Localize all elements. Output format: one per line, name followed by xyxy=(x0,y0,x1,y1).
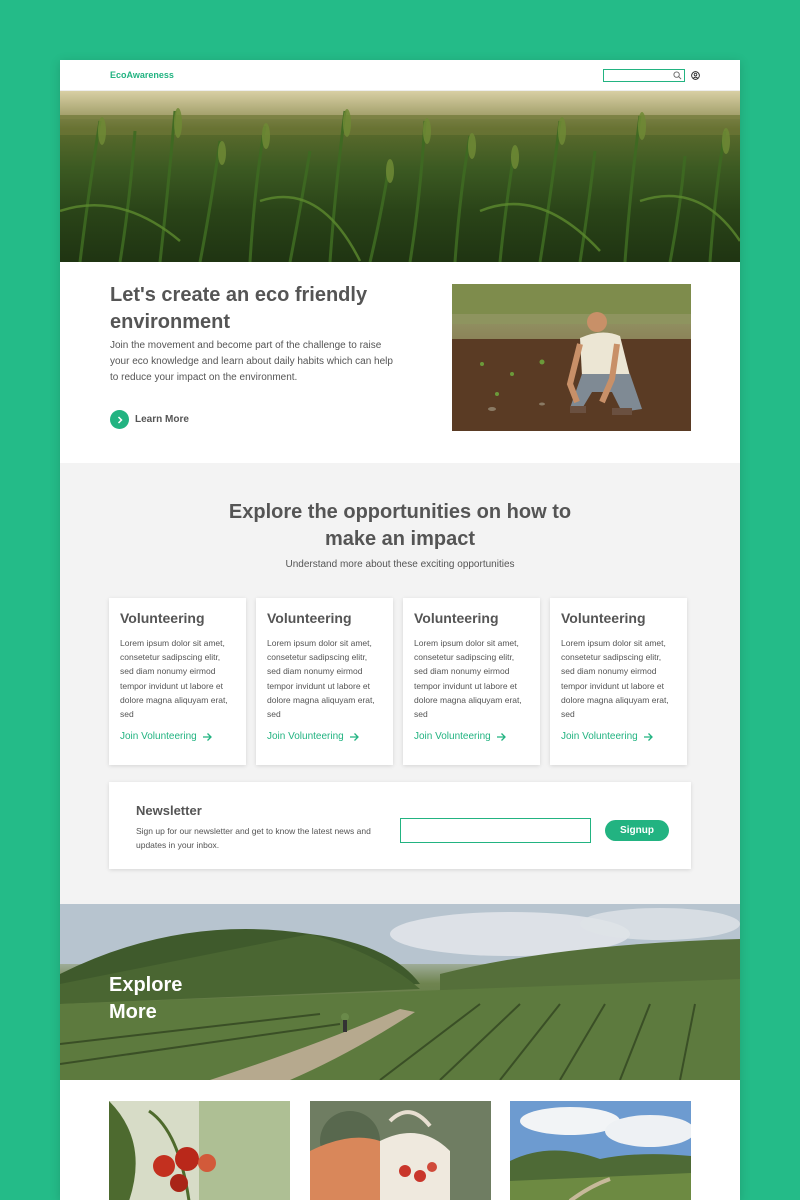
valley-photo[interactable] xyxy=(510,1101,691,1200)
card-title: Volunteering xyxy=(561,610,646,626)
card-link-label: Join Volunteering xyxy=(561,731,638,742)
produce-bag-photo[interactable] xyxy=(310,1101,491,1200)
wheat-field-graphic xyxy=(60,91,740,262)
card-title: Volunteering xyxy=(414,610,499,626)
card-text: Lorem ipsum dolor sit amet, consetetur s… xyxy=(267,638,375,720)
card-link-label: Join Volunteering xyxy=(267,731,344,742)
volunteering-card: Volunteering Lorem ipsum dolor sit amet,… xyxy=(550,598,687,765)
arrow-right-icon xyxy=(349,732,359,741)
opportunities-title: Explore the opportunities on how to make… xyxy=(228,501,572,550)
logo[interactable]: EcoAwareness xyxy=(110,70,174,80)
newsletter-title: Newsletter xyxy=(136,803,202,818)
search-icon[interactable] xyxy=(673,70,682,80)
join-volunteering-link[interactable]: Join Volunteering xyxy=(120,731,235,742)
tomato-photo[interactable] xyxy=(109,1101,290,1200)
search-box[interactable] xyxy=(603,68,685,87)
page: EcoAwareness Let's create an eco friendl… xyxy=(60,60,740,1200)
newsletter-text: Sign up for our newsletter and get to kn… xyxy=(136,826,371,850)
opportunities-section: Explore the opportunities on how to make… xyxy=(60,463,740,904)
card-text: Lorem ipsum dolor sit amet, consetetur s… xyxy=(561,638,669,720)
header: EcoAwareness xyxy=(60,60,740,91)
header-actions xyxy=(603,68,700,87)
opportunities-subtitle: Understand more about these exciting opp… xyxy=(285,559,515,570)
newsletter-email-input[interactable] xyxy=(400,818,591,843)
explore-title: Explore More xyxy=(109,974,183,1023)
card-title: Volunteering xyxy=(120,610,205,626)
card-title: Volunteering xyxy=(267,610,352,626)
arrow-right-icon xyxy=(643,732,653,741)
join-volunteering-link[interactable]: Join Volunteering xyxy=(414,731,529,742)
newsletter-box: Newsletter Sign up for our newsletter an… xyxy=(109,782,691,869)
signup-button[interactable]: Signup xyxy=(605,820,669,841)
user-icon[interactable] xyxy=(691,70,700,80)
chevron-right-icon xyxy=(110,410,129,429)
join-volunteering-link[interactable]: Join Volunteering xyxy=(267,731,382,742)
gardener-photo xyxy=(452,284,691,431)
intro-title: Let's create an eco friendly environment xyxy=(110,284,368,333)
volunteering-card: Volunteering Lorem ipsum dolor sit amet,… xyxy=(109,598,246,765)
learn-more-button[interactable]: Learn More xyxy=(110,410,189,429)
arrow-right-icon xyxy=(496,732,506,741)
hero-image xyxy=(60,91,740,262)
search-input[interactable] xyxy=(604,75,674,87)
intro-section: Let's create an eco friendly environment… xyxy=(60,262,740,462)
volunteering-card: Volunteering Lorem ipsum dolor sit amet,… xyxy=(403,598,540,765)
learn-more-label: Learn More xyxy=(135,414,189,425)
card-text: Lorem ipsum dolor sit amet, consetetur s… xyxy=(414,638,522,720)
intro-text: Join the movement and become part of the… xyxy=(110,340,393,383)
explore-banner: Explore More xyxy=(60,904,740,1080)
join-volunteering-link[interactable]: Join Volunteering xyxy=(561,731,676,742)
card-link-label: Join Volunteering xyxy=(414,731,491,742)
arrow-right-icon xyxy=(202,732,212,741)
volunteering-card: Volunteering Lorem ipsum dolor sit amet,… xyxy=(256,598,393,765)
card-text: Lorem ipsum dolor sit amet, consetetur s… xyxy=(120,638,228,720)
card-link-label: Join Volunteering xyxy=(120,731,197,742)
